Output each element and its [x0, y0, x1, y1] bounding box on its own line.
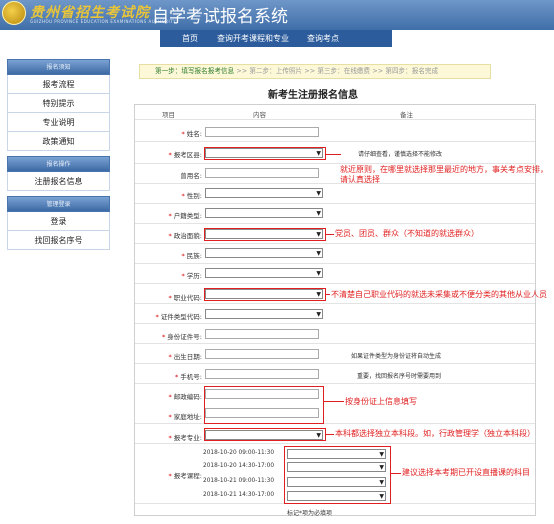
- sidebar: 报名须知 报考流程 特别提示 专业说明 政策通知 报名操作 注册报名信息 管理登…: [7, 59, 110, 250]
- label-mobile: * 手机号:: [174, 373, 202, 381]
- sidebar-item-policy[interactable]: 政策通知: [7, 132, 110, 151]
- label-id-type: * 证件类型代码:: [155, 313, 202, 321]
- top-nav: 首页 查询开考课程和专业 查询考点: [160, 30, 392, 47]
- label-id-number: * 身份证件号:: [161, 333, 202, 341]
- sidebar-item-recover-serial[interactable]: 找回报名序号: [7, 231, 110, 250]
- step-rest: >> 第二步：上传照片 >> 第三步：在线缴费 >> 第四步：报名完成: [234, 67, 439, 75]
- site-header: 贵州省招生考试院 GUIZHOU PROVINCE EDUCATION EXAM…: [0, 0, 554, 30]
- label-name: * 姓名:: [181, 130, 202, 138]
- nav-home[interactable]: 首页: [182, 33, 198, 44]
- step-active: 第一步：填写报名报考信息: [155, 67, 235, 75]
- system-title: 自学考试报名系统: [152, 7, 288, 27]
- used-name-input[interactable]: [205, 168, 319, 178]
- note-mobile: 重要，找回报名序号时需要用到: [357, 373, 442, 380]
- label-occupation: * 职业代码:: [168, 294, 202, 302]
- label-address: * 家庭地址:: [168, 413, 202, 421]
- label-region: * 报考区县:: [168, 151, 202, 159]
- annotation-box-political: [204, 228, 326, 241]
- tip-courses: 建议选择本考期已开设直播课的科目: [402, 468, 530, 477]
- sidebar-item-special-notice[interactable]: 特别提示: [7, 94, 110, 113]
- label-household: * 户籍类型:: [168, 212, 202, 220]
- label-birth-date: * 出生日期:: [168, 353, 202, 361]
- label-postcode: * 邮政编码:: [168, 393, 202, 401]
- logo-seal-icon: [2, 1, 26, 25]
- sidebar-group-title: 报名操作: [7, 156, 110, 172]
- col-header-item: 项目: [162, 111, 175, 119]
- name-input[interactable]: [205, 127, 319, 137]
- note-region: 请仔细查看，谨慎选择不能修改: [358, 151, 443, 158]
- tip-occupation: 不清楚自己职业代码的就选未采集或不便分类的其他从业人员: [331, 290, 547, 299]
- course-date-3: 2018-10-21 09:00-11:30: [203, 478, 275, 484]
- nav-query-courses[interactable]: 查询开考课程和专业: [217, 33, 289, 44]
- mobile-input[interactable]: [205, 369, 319, 379]
- step-bar: 第一步：填写报名报考信息 >> 第二步：上传照片 >> 第三步：在线缴费 >> …: [139, 64, 491, 79]
- annotation-box-address: [204, 386, 324, 424]
- sidebar-item-login[interactable]: 登录: [7, 212, 110, 231]
- sidebar-item-register[interactable]: 注册报名信息: [7, 172, 110, 191]
- sidebar-group-title: 管理登录: [7, 196, 110, 212]
- annotation-box-region: [204, 147, 326, 160]
- annotation-box-major: [204, 428, 326, 441]
- annotation-box-courses: [284, 446, 391, 504]
- sidebar-item-major-info[interactable]: 专业说明: [7, 113, 110, 132]
- label-courses: * 报考课程:: [168, 472, 202, 480]
- course-date-4: 2018-10-21 14:30-17:00: [203, 492, 275, 498]
- col-header-content: 内容: [253, 111, 266, 119]
- id-type-select[interactable]: ▼: [205, 309, 323, 319]
- sidebar-group-title: 报名须知: [7, 59, 110, 75]
- birth-date-input[interactable]: [205, 349, 319, 359]
- form-footer-note: 标记*项为必填项: [287, 510, 333, 517]
- label-ethnic: * 民族:: [181, 252, 202, 260]
- ethnic-select[interactable]: ▼: [205, 248, 323, 258]
- tip-major: 本科都选择独立本科段。如，行政管理学（独立本科段）: [335, 429, 535, 438]
- label-major: * 报考专业:: [168, 434, 202, 442]
- course-date-1: 2018-10-20 09:00-11:30: [203, 450, 275, 456]
- gender-select[interactable]: ▼: [205, 188, 323, 198]
- tip-region: 就近原则，在哪里就选择那里最近的地方，事关考点安排，请认真选择: [340, 165, 548, 184]
- note-birth-date: 如果证件类型为身份证将自动生成: [351, 353, 442, 360]
- label-used-name: 曾用名:: [180, 172, 202, 180]
- household-select[interactable]: ▼: [205, 208, 323, 218]
- annotation-line: [391, 473, 401, 474]
- col-header-remark: 备注: [400, 111, 413, 119]
- form-title: 新考生注册报名信息: [268, 90, 358, 101]
- annotation-line: [326, 234, 334, 235]
- id-number-input[interactable]: [205, 329, 319, 339]
- annotation-box-occupation: [204, 288, 326, 301]
- education-select[interactable]: ▼: [205, 268, 323, 278]
- course-date-2: 2018-10-20 14:30-17:00: [203, 463, 275, 469]
- annotation-line: [324, 401, 344, 402]
- tip-political: 党员、团员、群众（不知道的就选群众）: [335, 229, 479, 238]
- annotation-line: [326, 294, 330, 295]
- annotation-line: [326, 434, 334, 435]
- label-education: * 学历:: [181, 272, 202, 280]
- sidebar-item-process[interactable]: 报考流程: [7, 75, 110, 94]
- tip-address: 按身份证上信息填写: [345, 397, 417, 406]
- label-gender: * 性别:: [181, 192, 202, 200]
- label-political: * 政治面貌:: [168, 232, 202, 240]
- annotation-line: [326, 154, 341, 155]
- nav-query-sites[interactable]: 查询考点: [307, 33, 339, 44]
